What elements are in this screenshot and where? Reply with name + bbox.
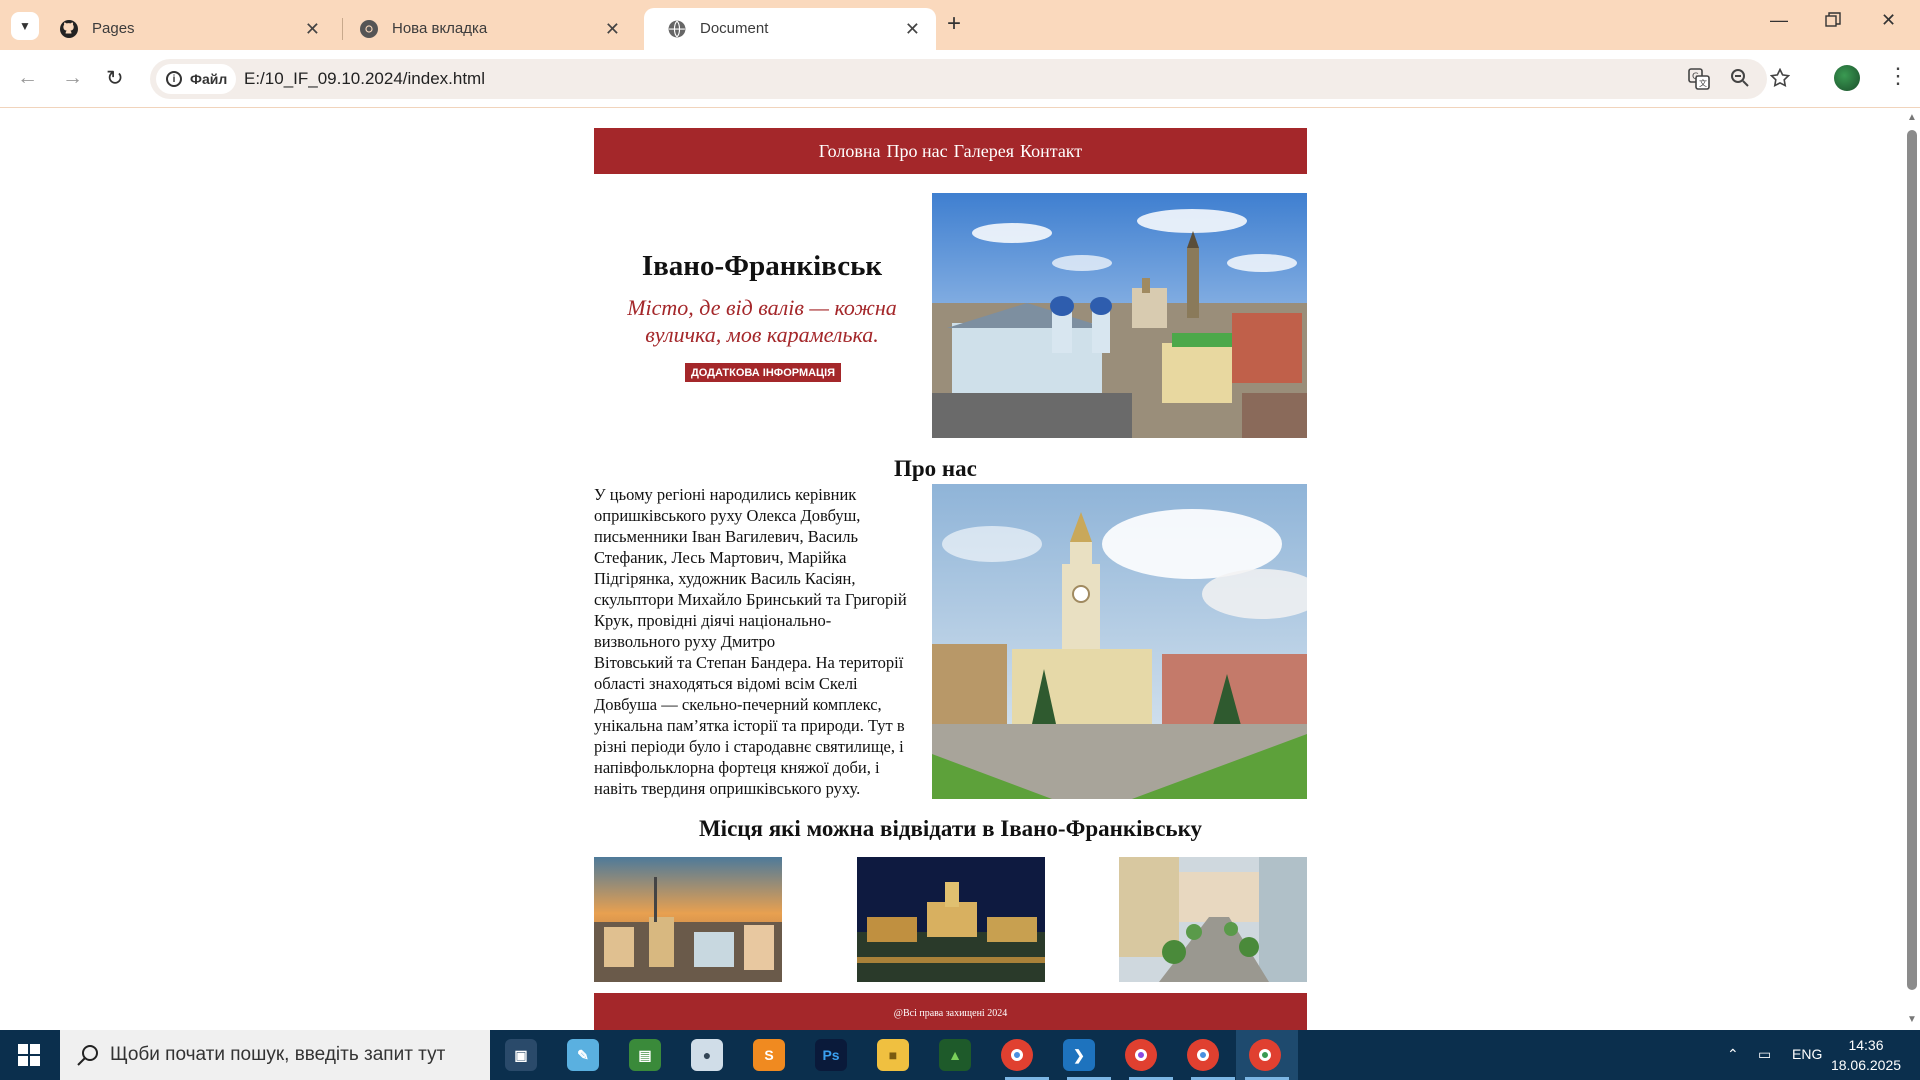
site-info-chip[interactable]: i Файл	[156, 64, 236, 94]
about-line: навіть твердиня опришківського руху.	[594, 779, 861, 798]
tab-label: Pages	[92, 20, 135, 37]
close-icon[interactable]: ✕	[905, 19, 920, 40]
gallery-photo-street[interactable]	[1119, 857, 1307, 982]
github-icon	[60, 20, 78, 38]
browser-toolbar: ← → ↻ i Файл E:/10_IF_09.10.2024/index.h…	[0, 50, 1920, 108]
about-line: Вітовський та Степан Бандера. На територ…	[594, 653, 904, 672]
gallery-photo-sunset[interactable]	[594, 857, 782, 982]
photos-icon[interactable]: ▣	[505, 1039, 537, 1071]
site-footer: @Всі права захищені 2024	[594, 993, 1307, 1030]
gallery-photo-night[interactable]	[857, 857, 1045, 982]
about-line: Довбуша — скельно-печерний комплекс,	[594, 695, 882, 714]
language-indicator[interactable]: ENG	[1792, 1046, 1822, 1062]
sublime-icon[interactable]: S	[753, 1039, 785, 1071]
svg-text:文: 文	[1699, 78, 1707, 88]
clock-time: 14:36	[1848, 1037, 1884, 1053]
about-line: опришківського руху Олекса Довбуш,	[594, 506, 861, 525]
spreadsheet-icon[interactable]: ▤	[629, 1039, 661, 1071]
scroll-up-icon[interactable]: ▲	[1907, 112, 1917, 123]
page-scrollbar[interactable]: ▲ ▼	[1903, 108, 1920, 1030]
site-info-label: Файл	[190, 71, 228, 87]
tray-chevron-icon[interactable]: ⌃	[1727, 1046, 1739, 1063]
windows-start-icon[interactable]	[18, 1044, 40, 1066]
tree-icon[interactable]: ▲	[939, 1039, 971, 1071]
chevron-down-icon: ▼	[19, 19, 31, 33]
info-icon: i	[166, 71, 182, 87]
forward-button[interactable]: →	[62, 66, 83, 90]
nav-link-home[interactable]: Головна	[819, 141, 881, 162]
restore-icon	[1825, 12, 1841, 27]
chrome-icon	[360, 20, 378, 38]
tab-pages[interactable]: Pages ✕	[36, 8, 336, 50]
about-line: Крук, провідні діячі національно-	[594, 611, 832, 630]
photoshop-icon[interactable]: Ps	[815, 1039, 847, 1071]
restore-button[interactable]	[1825, 12, 1841, 33]
taskbar-search[interactable]: Щоби почати пошук, введіть запит тут	[60, 1030, 490, 1080]
globe-icon	[668, 20, 686, 38]
taskbar: Щоби почати пошук, введіть запит тут ▣ ✎…	[0, 1030, 1920, 1080]
address-bar[interactable]: i Файл E:/10_IF_09.10.2024/index.html G文	[150, 59, 1791, 99]
tab-document[interactable]: Document ✕	[644, 8, 936, 50]
about-line: різні періоди було і стародавнє святилищ…	[594, 737, 904, 756]
about-line: Підгірянка, художник Василь Касіян,	[594, 569, 856, 588]
about-line: Стефаник, Лесь Мартович, Марійка	[594, 548, 847, 567]
bookmark-star-icon[interactable]	[1769, 67, 1791, 94]
clock-date: 18.06.2025	[1830, 1057, 1902, 1073]
site-nav: Головна Про нас Галерея Контакт	[594, 128, 1307, 174]
about-line: У цьому регіоні народились керівник	[594, 485, 857, 504]
search-icon	[77, 1045, 98, 1066]
scroll-thumb[interactable]	[1907, 130, 1917, 990]
nav-link-contact[interactable]: Контакт	[1020, 141, 1082, 162]
about-line: напівфольклорна фортеця княжої доби, і	[594, 758, 880, 777]
about-line: скульптори Михайло Бринський та Григорій	[594, 590, 907, 609]
notepad-icon[interactable]: ✎	[567, 1039, 599, 1071]
disk-icon[interactable]: ●	[691, 1039, 723, 1071]
zoom-icon[interactable]	[1730, 68, 1750, 94]
about-line: письменники Іван Вагилевич, Василь	[594, 527, 858, 546]
tab-new[interactable]: Нова вкладка ✕	[336, 8, 636, 50]
tab-bar: ▼ Pages ✕ Нова вкладка ✕ Document ✕ + — …	[0, 0, 1920, 50]
about-line: визвольного руху Дмитро	[594, 632, 776, 651]
about-line: унікальна пам’ятка історії та природи. Т…	[594, 716, 905, 735]
hero-title: Івано-Франківськ	[641, 250, 883, 282]
page-viewport: Головна Про нас Галерея Контакт Івано-Фр…	[0, 108, 1920, 1030]
town-hall-image	[932, 484, 1307, 799]
hero-subtitle: Місто, де від валів — кожна вуличка, мов…	[627, 295, 897, 347]
tab-label: Нова вкладка	[392, 20, 488, 37]
footer-text: @Всі права захищені 2024	[893, 1007, 1008, 1019]
close-window-button[interactable]: ✕	[1881, 10, 1896, 31]
tab-label: Document	[700, 20, 769, 37]
new-tab-button[interactable]: +	[947, 10, 961, 38]
clock[interactable]: 14:36 18.06.2025	[1826, 1035, 1906, 1075]
nav-link-about[interactable]: Про нас	[887, 141, 948, 162]
about-title: Про нас	[894, 456, 977, 481]
vscode-icon[interactable]: ❯	[1063, 1039, 1095, 1071]
more-info-button[interactable]: ДОДАТКОВА ІНФОРМАЦІЯ	[685, 363, 841, 382]
close-icon[interactable]: ✕	[605, 19, 620, 40]
back-button[interactable]: ←	[17, 66, 38, 90]
scroll-down-icon[interactable]: ▼	[1907, 1014, 1917, 1025]
nav-link-gallery[interactable]: Галерея	[954, 141, 1014, 162]
city-panorama-image	[932, 193, 1307, 438]
explorer-icon[interactable]: ■	[877, 1039, 909, 1071]
browser-menu-icon[interactable]: ⋮	[1887, 63, 1909, 89]
close-icon[interactable]: ✕	[305, 19, 320, 40]
about-text: У цьому регіоні народились керівник опри…	[594, 484, 932, 799]
search-placeholder: Щоби почати пошук, введіть запит тут	[110, 1044, 446, 1065]
chrome-active-icon[interactable]	[1249, 1039, 1281, 1071]
network-icon[interactable]: ▭	[1758, 1046, 1771, 1063]
minimize-button[interactable]: —	[1770, 10, 1788, 31]
tab-search-button[interactable]: ▼	[11, 12, 39, 40]
profile-avatar[interactable]	[1834, 65, 1860, 91]
about-line: області знаходяться відомі всім Скелі	[594, 674, 858, 693]
chrome-profile-icon[interactable]	[1125, 1039, 1157, 1071]
url-text[interactable]: E:/10_IF_09.10.2024/index.html	[244, 69, 485, 89]
places-title: Місця які можна відвідати в Івано-Франкі…	[698, 816, 1203, 841]
translate-icon[interactable]: G文	[1688, 68, 1710, 96]
chrome-icon[interactable]	[1001, 1039, 1033, 1071]
chrome-profile2-icon[interactable]	[1187, 1039, 1219, 1071]
reload-button[interactable]: ↻	[106, 66, 124, 91]
